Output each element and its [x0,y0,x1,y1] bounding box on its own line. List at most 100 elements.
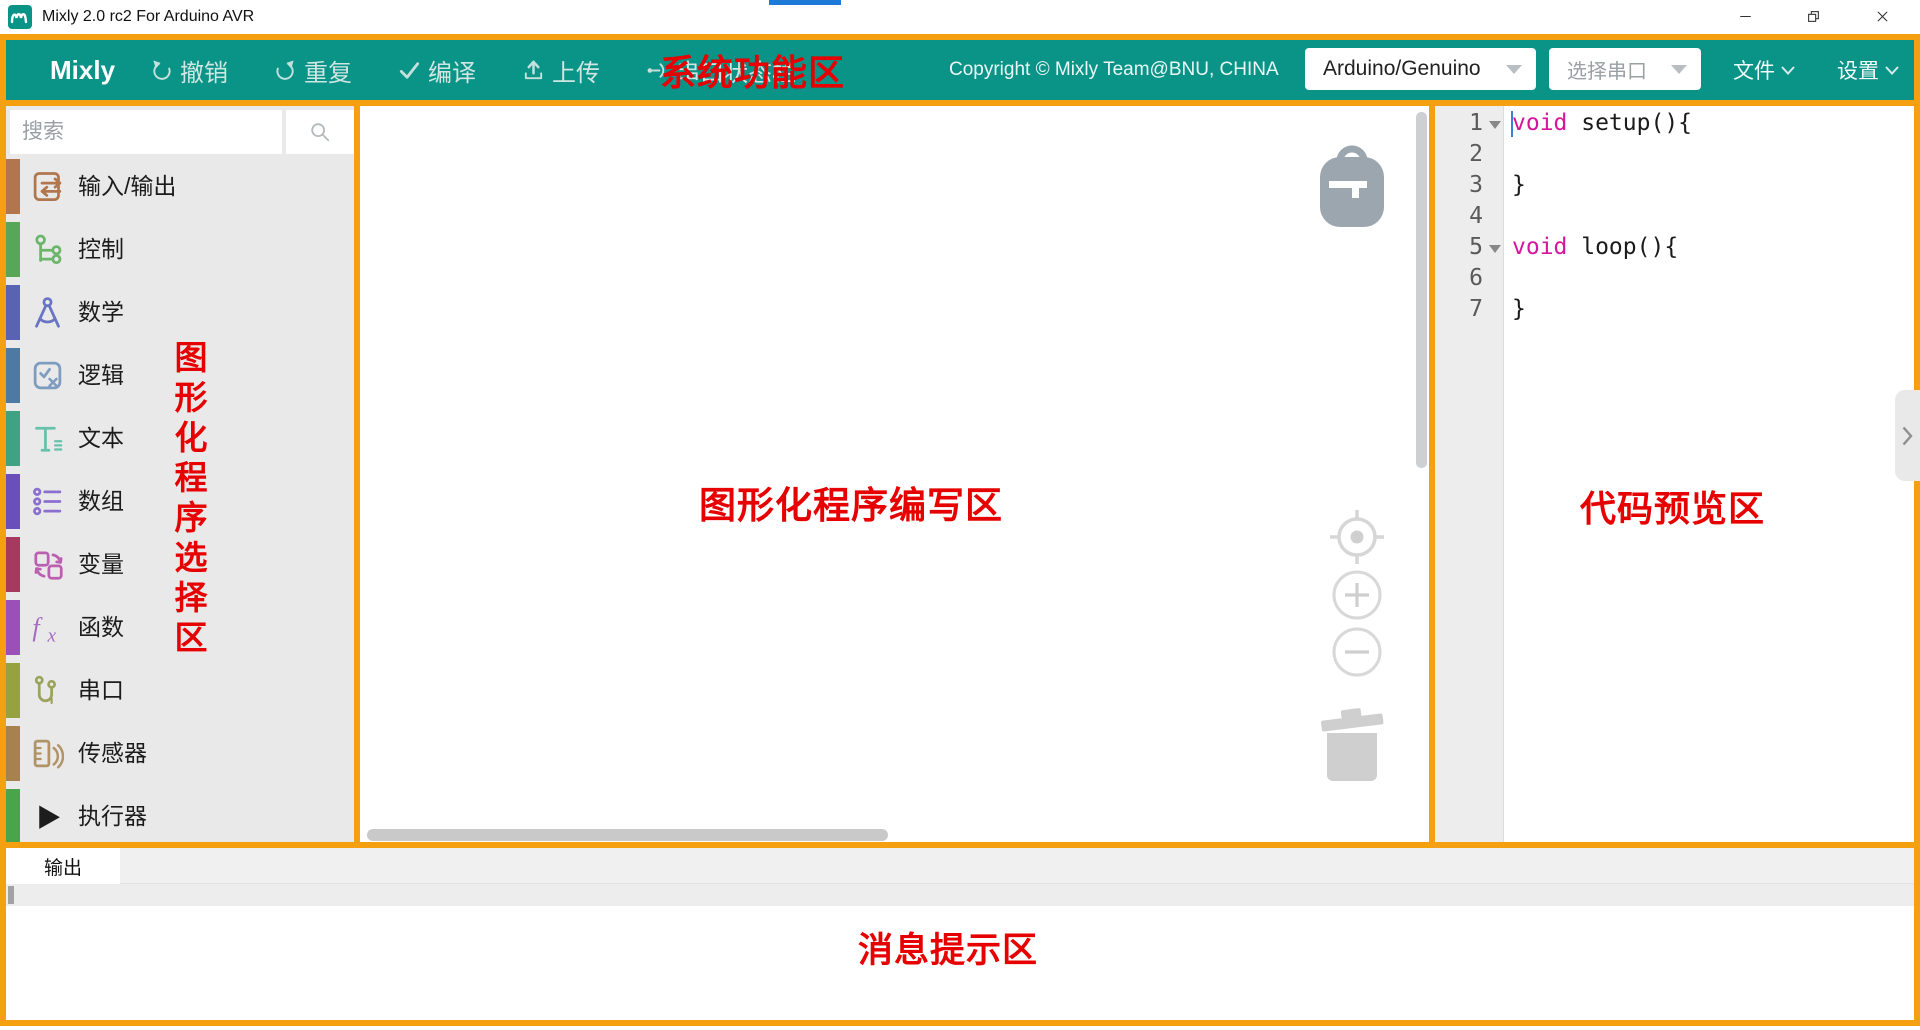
sidebar-item-text[interactable]: 文本 [6,407,354,470]
category-color-strip [6,348,20,403]
category-color-strip [6,600,20,655]
compile-button[interactable]: 编译 [398,53,476,88]
board-selector[interactable]: Arduino/Genuino [1305,48,1536,90]
code-line: 6 [1435,263,1914,294]
sidebar-item-io[interactable]: 输入/输出 [6,155,354,218]
math-icon [31,296,64,329]
frame-line-left [0,34,6,1026]
backpack-icon[interactable] [1317,137,1387,229]
zoom-reset-icon[interactable] [1328,508,1386,566]
sidebar-item-math[interactable]: 数学 [6,281,354,344]
zoom-out-icon[interactable] [1331,626,1383,678]
line-number: 2 [1435,139,1483,170]
sidebar-item-function[interactable]: fx函数 [6,596,354,659]
frame-line-toolbar-bottom [0,100,1920,106]
sidebar-item-serial[interactable]: 串口 [6,659,354,722]
vertical-scrollbar[interactable] [1416,112,1427,468]
maximize-button[interactable] [1791,0,1835,33]
code-line: 4 [1435,201,1914,232]
serial-status-button[interactable]: 串口状态栏 [646,53,796,88]
fold-arrow-icon[interactable] [1489,121,1501,129]
sidebar-item-logic[interactable]: 逻辑 [6,344,354,407]
close-button[interactable] [1860,0,1904,33]
category-color-strip [6,411,20,466]
toolbar-items: 撤销 重复 编译 上传 串口状态栏 [150,40,796,100]
block-category-sidebar: 输入/输出控制数学逻辑文本数组变量fx函数串口传感器执行器 [6,106,354,842]
line-number: 3 [1435,170,1483,201]
frame-line-top [0,34,1920,40]
code-line: 1 void setup(){ [1435,108,1914,139]
search-icon [309,121,331,143]
window-title: Mixly 2.0 rc2 For Arduino AVR [42,0,254,34]
frame-line-bottom [0,1020,1920,1026]
toolbar: Mixly 撤销 重复 编译 上传 串口状态栏 Copyright © Mixly Te… [6,40,1914,100]
category-list: 输入/输出控制数学逻辑文本数组变量fx函数串口传感器执行器 [6,155,354,848]
sidebar-item-math-label: 数学 [78,281,124,344]
output-scroll-strip [6,884,1914,906]
category-color-strip [6,222,20,277]
code-panel-collapse-handle[interactable] [1895,390,1920,481]
sidebar-item-function-label: 函数 [78,596,124,659]
line-number: 6 [1435,263,1483,294]
sidebar-item-sensor-label: 传感器 [78,722,147,785]
minimize-button[interactable] [1723,0,1767,33]
search-button[interactable] [286,110,354,154]
dropdown-arrow-icon [1506,65,1522,74]
mixly-window: Mixly 2.0 rc2 For Arduino AVR Mixly 撤销 重复… [0,0,1920,1030]
code-lines: 1void setup(){23}45void loop(){67} [1435,108,1914,325]
undo-button[interactable]: 撤销 [150,53,228,88]
copyright-text: Copyright © Mixly Team@BNU, CHINA [949,40,1279,100]
sidebar-item-sensor[interactable]: 传感器 [6,722,354,785]
search-input[interactable] [10,110,282,154]
output-tabbar [6,848,1914,884]
upload-button[interactable]: 上传 [522,53,600,88]
actuator-icon [31,800,64,833]
sidebar-item-logic-label: 逻辑 [78,344,124,407]
svg-text:f: f [32,613,43,642]
sidebar-item-variable[interactable]: 变量 [6,533,354,596]
board-selector-value: Arduino/Genuino [1323,57,1496,81]
chevron-down-icon [1781,66,1795,75]
file-menu[interactable]: 文件 [1733,55,1795,85]
sensor-icon [31,737,64,770]
sidebar-item-control-label: 控制 [78,218,124,281]
file-menu-label: 文件 [1733,55,1775,85]
sidebar-item-actuator[interactable]: 执行器 [6,785,354,848]
tab-output[interactable]: 输出 [6,848,120,884]
code-preview-panel: 1void setup(){23}45void loop(){67} [1435,106,1914,842]
port-selector-placeholder: 选择串口 [1567,55,1661,84]
code-text: void setup(){ [1512,108,1692,139]
category-color-strip [6,285,20,340]
line-number: 1 [1435,108,1483,139]
undo-button-label: 撤销 [180,53,228,88]
trash-icon[interactable] [1319,705,1385,781]
code-line: 7} [1435,294,1914,325]
line-number: 7 [1435,294,1483,325]
upload-button-label: 上传 [552,53,600,88]
blockly-workspace[interactable] [360,106,1429,842]
upload-icon [522,59,545,82]
top-accent-bar [769,0,841,5]
redo-button[interactable]: 重复 [274,53,352,88]
category-color-strip [6,474,20,529]
horizontal-scrollbar[interactable] [367,829,888,841]
output-scroll-thumb[interactable] [8,886,14,904]
category-color-strip [6,789,20,844]
code-line: 5void loop(){ [1435,232,1914,263]
serial-icon [31,674,64,707]
logic-icon [31,359,64,392]
zoom-in-icon[interactable] [1331,569,1383,621]
sidebar-item-array-label: 数组 [78,470,124,533]
dropdown-arrow-icon [1671,65,1687,74]
sidebar-item-variable-label: 变量 [78,533,124,596]
sidebar-item-array[interactable]: 数组 [6,470,354,533]
mixly-brand[interactable]: Mixly [50,40,115,100]
category-color-strip [6,537,20,592]
sidebar-item-serial-label: 串口 [78,659,124,722]
chevron-right-icon [1902,426,1913,446]
sidebar-item-control[interactable]: 控制 [6,218,354,281]
fold-arrow-icon[interactable] [1489,245,1501,253]
io-icon [31,170,64,203]
settings-menu[interactable]: 设置 [1837,55,1899,85]
port-selector[interactable]: 选择串口 [1549,48,1701,90]
